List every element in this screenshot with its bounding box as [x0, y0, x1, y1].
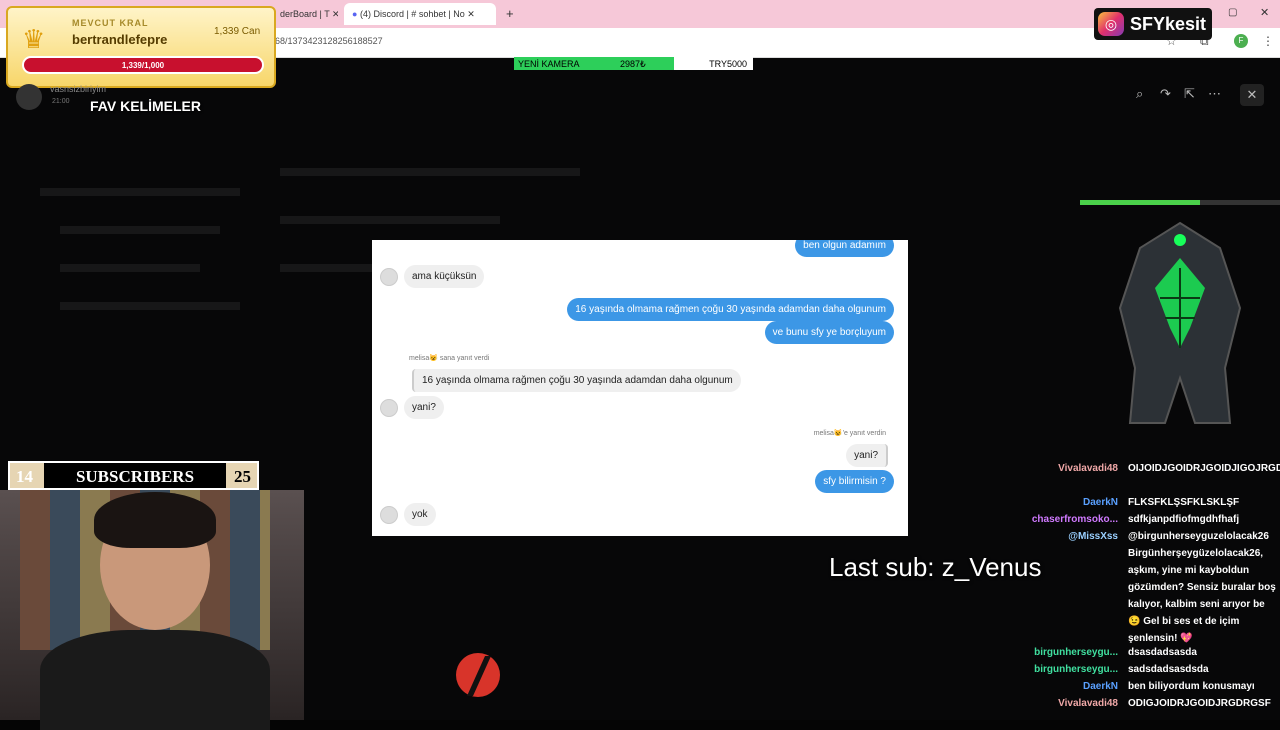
fav-words-title: FAV KELİMELER	[90, 98, 201, 114]
open-external-icon[interactable]: ⇱	[1184, 86, 1195, 102]
user-avatar	[16, 84, 42, 110]
golem-avatar	[1080, 200, 1280, 450]
streamer-shirt	[40, 630, 270, 730]
chat-user: DaerkN	[1082, 497, 1118, 508]
tab-label: derBoard | T	[280, 9, 330, 19]
new-tab-button[interactable]: +	[506, 6, 514, 21]
brand-name: SFYkesit	[1130, 14, 1207, 34]
subscriber-label: SUBSCRIBERS	[44, 463, 226, 488]
window-close-icon[interactable]: ✕	[1260, 6, 1269, 19]
tab-label-suffix: sohbet | No	[418, 9, 465, 19]
menu-icon[interactable]: ⋮	[1262, 34, 1274, 48]
king-progress-bar: 1,339/1,000	[22, 56, 264, 74]
king-name: bertrandlefepre	[72, 32, 168, 47]
king-label: MEVCUT KRAL	[72, 18, 149, 28]
restore-icon[interactable]: ▢	[1228, 7, 1237, 18]
king-progress-text: 1,339/1,000	[121, 61, 165, 70]
rotate-icon[interactable]: ↷	[1160, 86, 1171, 102]
chat-user: birgunherseygu...	[1034, 647, 1118, 658]
golem-figure	[1118, 221, 1242, 424]
webcam-feed	[0, 490, 304, 730]
chat-user: @MissXss	[1068, 531, 1118, 542]
chat-text: FLKSFKLŞSFKLSKLŞF	[1128, 497, 1240, 508]
chat-text: @birgunherseyguzelolacak26 Birgünherşeyg…	[1128, 531, 1276, 644]
discord-username: vasnsizbiriyim	[50, 84, 107, 94]
camera-goal-target: TRY5000	[674, 57, 753, 70]
chat-user: chaserfromsoko...	[1031, 514, 1118, 525]
message-out: ben olgun adamım	[795, 240, 894, 257]
chat-text: dsasdadsasda	[1128, 647, 1197, 658]
message-in: ama küçüksün	[404, 265, 485, 288]
zoom-in-icon[interactable]: ⌕	[1136, 86, 1143, 102]
message-in: yani?	[404, 396, 444, 419]
chat-screenshot[interactable]: ben olgun adamım ama küçüksün 16 yaşında…	[372, 240, 908, 536]
browser-tab-active[interactable]: ● (4) Discord | # sohbet | No ✕	[344, 3, 496, 25]
golem-health-fill	[1080, 200, 1200, 205]
camera-goal-fill: YENİ KAMERA 2987₺	[514, 57, 674, 70]
camera-goal-bar: YENİ KAMERA 2987₺ TRY5000	[514, 57, 753, 70]
message-in: yok	[404, 503, 436, 526]
discord-icon: ●	[352, 9, 358, 19]
browser-tab[interactable]: derBoard | T ✕	[272, 3, 338, 25]
golem-health-track	[1080, 200, 1280, 205]
crown-icon: ♛	[22, 24, 46, 54]
chat-user: Vivalavadi48	[1058, 698, 1118, 709]
message-out: sfy bilirmisin ?	[815, 470, 894, 493]
reply-label: melisa😺 sana yanıt verdi	[409, 355, 490, 362]
url-text[interactable]: 568/1373423128256188527	[270, 36, 383, 46]
subscriber-goal-count: 25	[234, 467, 251, 486]
stream-chat: Vivalavadi48OIJOIDJGOIDRJGOIDJIGOJRGDGR …	[1000, 460, 1280, 720]
instagram-icon: ◎	[1098, 12, 1124, 36]
chat-text: ODIGJOIDRJGOIDJRGDRGSF	[1128, 698, 1271, 709]
king-amount: 1,339 Can	[214, 26, 261, 37]
chat-text: ben biliyordum konusmayı	[1128, 681, 1255, 692]
current-king-widget: ♛ MEVCUT KRAL bertrandlefepre 1,339 Can …	[6, 6, 276, 88]
contact-avatar	[380, 506, 398, 524]
chat-text: sadsdadsasdsda	[1128, 664, 1209, 675]
streamer-hair	[94, 492, 216, 548]
chat-user: birgunherseygu...	[1034, 664, 1118, 675]
subscriber-goal: 14 SUBSCRIBERS 25	[8, 461, 259, 490]
chat-text: OIJOIDJGOIDRJGOIDJIGOJRGDGR	[1128, 463, 1280, 474]
profile-avatar[interactable]: F	[1234, 34, 1248, 48]
chat-text: sdfkjanpdfiofmgdhfhafj	[1128, 514, 1240, 525]
chat-user: DaerkN	[1082, 681, 1118, 692]
message-out: 16 yaşında olmama rağmen çoğu 30 yaşında…	[567, 298, 894, 321]
contact-avatar	[380, 399, 398, 417]
more-icon[interactable]: ⋯	[1208, 86, 1221, 102]
quoted-message: yani?	[846, 444, 888, 467]
close-icon[interactable]: ✕	[1240, 84, 1264, 106]
subscriber-current: 14	[16, 467, 33, 486]
chat-user: Vivalavadi48	[1058, 463, 1118, 474]
brand-badge: ◎ SFYkesit	[1094, 8, 1212, 40]
contact-avatar	[380, 268, 398, 286]
channel-logo-icon	[456, 653, 500, 697]
camera-goal-current: 2987₺	[620, 59, 646, 69]
image-viewer-toolbar: ⌕ ↷ ⇱ ⋯ ✕	[1128, 84, 1268, 106]
message-out: ve bunu sfy ye borçluyum	[764, 321, 894, 344]
discord-time: 21:00	[52, 98, 70, 105]
camera-goal-label: YENİ KAMERA	[518, 59, 580, 69]
reply-label: melisa😺'e yanıt verdin	[813, 430, 886, 437]
tab-label: (4) Discord | #	[359, 9, 417, 19]
quoted-message: 16 yaşında olmama rağmen çoğu 30 yaşında…	[412, 369, 741, 392]
